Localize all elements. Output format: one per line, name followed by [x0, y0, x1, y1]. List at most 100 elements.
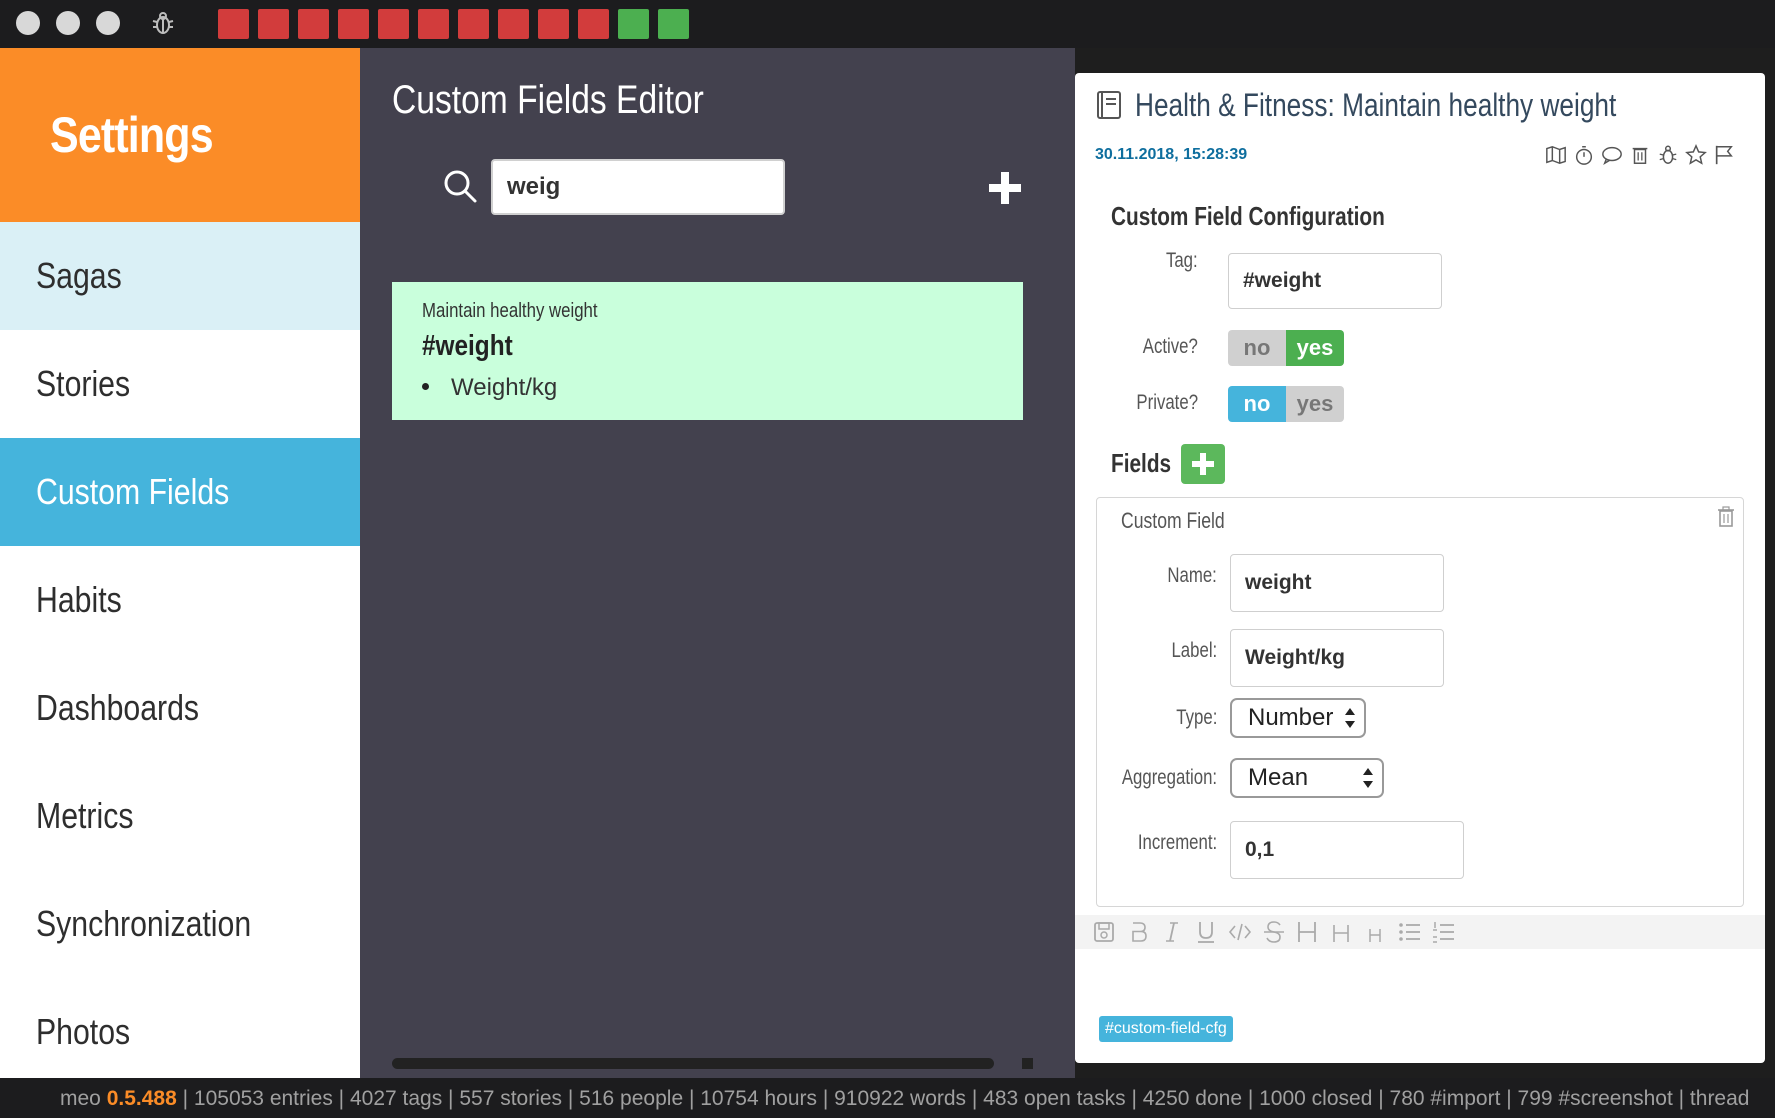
status-square-red[interactable]	[498, 9, 529, 39]
sidebar-item-label: Metrics	[36, 795, 134, 836]
aggregation-label: Aggregation:	[1121, 766, 1217, 789]
flag-icon[interactable]	[1713, 143, 1735, 167]
add-custom-field-button[interactable]	[983, 166, 1027, 210]
active-toggle[interactable]: no yes	[1228, 330, 1344, 366]
save-icon[interactable]	[1089, 919, 1119, 945]
settings-title: Settings	[50, 107, 214, 163]
sidebar-item-metrics[interactable]: Metrics	[0, 762, 360, 870]
private-label: Private?	[1136, 391, 1198, 414]
status-square-green[interactable]	[618, 9, 649, 39]
increment-input[interactable]	[1230, 821, 1464, 879]
active-label: Active?	[1142, 335, 1198, 358]
sidebar-item-dashboards[interactable]: Dashboards	[0, 654, 360, 762]
timer-icon[interactable]	[1573, 143, 1595, 167]
custom-field-title: Custom Field	[1121, 508, 1225, 533]
heading3-icon[interactable]	[1361, 919, 1391, 945]
status-square-red[interactable]	[218, 9, 249, 39]
fields-heading: Fields	[1111, 448, 1172, 478]
type-select-value: Number	[1248, 704, 1334, 731]
code-icon[interactable]	[1225, 919, 1255, 945]
sidebar-item-custom-fields[interactable]: Custom Fields	[0, 438, 360, 546]
label-input[interactable]	[1230, 629, 1444, 687]
entry-panel: Health & Fitness: Maintain healthy weigh…	[1075, 73, 1765, 1063]
custom-field-card[interactable]: Maintain healthy weight #weight Weight/k…	[392, 282, 1023, 420]
window-close-button[interactable]	[16, 11, 40, 35]
heading2-icon[interactable]	[1327, 919, 1357, 945]
comment-icon[interactable]	[1601, 143, 1623, 167]
sidebar-item-photos[interactable]: Photos	[0, 978, 360, 1086]
status-square-green[interactable]	[658, 9, 689, 39]
editor-toolbar	[1075, 915, 1765, 949]
aggregation-select-value: Mean	[1248, 764, 1309, 791]
sidebar-item-habits[interactable]: Habits	[0, 546, 360, 654]
select-arrows-icon	[1363, 768, 1373, 788]
status-square-red[interactable]	[578, 9, 609, 39]
private-no-option[interactable]: no	[1228, 386, 1286, 422]
book-icon	[1097, 91, 1121, 119]
bullet-list-icon[interactable]	[1395, 919, 1425, 945]
sidebar-item-label: Sagas	[36, 255, 122, 296]
sidebar-item-sagas[interactable]: Sagas	[0, 222, 360, 330]
entry-timestamp[interactable]: 30.11.2018, 15:28:39	[1095, 146, 1247, 164]
italic-icon[interactable]	[1157, 919, 1187, 945]
window-minimize-button[interactable]	[56, 11, 80, 35]
status-square-red[interactable]	[538, 9, 569, 39]
map-icon[interactable]	[1545, 143, 1567, 167]
sidebar-item-label: Custom Fields	[36, 471, 230, 512]
name-label: Name:	[1167, 564, 1217, 587]
sidebar-item-stories[interactable]: Stories	[0, 330, 360, 438]
heading1-icon[interactable]	[1293, 919, 1323, 945]
active-yes-option[interactable]: yes	[1286, 330, 1344, 366]
status-square-red[interactable]	[378, 9, 409, 39]
sidebar: Settings Sagas Stories Custom Fields Hab…	[0, 48, 360, 1078]
window-zoom-button[interactable]	[96, 11, 120, 35]
status-bar-text: meo 0.5.488 | 105053 entries | 4027 tags…	[60, 1087, 1749, 1111]
settings-header: Settings	[0, 48, 360, 222]
card-title: Maintain healthy weight	[422, 300, 598, 322]
status-square-red[interactable]	[338, 9, 369, 39]
type-label: Type:	[1175, 706, 1217, 729]
name-input[interactable]	[1230, 554, 1444, 612]
status-square-red[interactable]	[298, 9, 329, 39]
status-bar: meo 0.5.488 | 105053 entries | 4027 tags…	[0, 1078, 1775, 1118]
tag-label: Tag:	[1166, 249, 1198, 272]
search-input[interactable]	[491, 159, 785, 215]
app-name: meo	[60, 1087, 101, 1110]
app-version: 0.5.488	[106, 1087, 177, 1110]
page-title: Custom Fields Editor	[392, 78, 704, 122]
stats-text: | 105053 entries | 4027 tags | 557 stori…	[176, 1087, 1750, 1110]
entry-title: Health & Fitness: Maintain healthy weigh…	[1135, 87, 1617, 123]
bug-icon[interactable]	[150, 10, 176, 36]
type-select[interactable]: Number	[1230, 698, 1366, 738]
bold-icon[interactable]	[1123, 919, 1153, 945]
sidebar-item-label: Photos	[36, 1011, 131, 1052]
active-no-option[interactable]: no	[1228, 330, 1286, 366]
status-square-red[interactable]	[458, 9, 489, 39]
trash-icon[interactable]	[1717, 506, 1735, 528]
underline-icon[interactable]	[1191, 919, 1221, 945]
status-square-red[interactable]	[418, 9, 449, 39]
entry-actions	[1545, 143, 1735, 169]
search-icon	[444, 170, 477, 203]
card-field-label: Weight/kg	[451, 374, 558, 401]
sidebar-item-label: Dashboards	[36, 687, 200, 728]
private-yes-option[interactable]: yes	[1286, 386, 1344, 422]
tag-input[interactable]	[1228, 253, 1442, 309]
increment-label: Increment:	[1137, 831, 1217, 854]
sidebar-item-synchronization[interactable]: Synchronization	[0, 870, 360, 978]
hashtag-badge[interactable]: #custom-field-cfg	[1099, 1016, 1233, 1042]
bullet-icon	[422, 383, 429, 391]
bug-icon[interactable]	[1657, 143, 1679, 167]
add-field-button[interactable]	[1181, 444, 1225, 484]
private-toggle[interactable]: no yes	[1228, 386, 1344, 422]
status-square-red[interactable]	[258, 9, 289, 39]
config-heading: Custom Field Configuration	[1111, 201, 1385, 231]
scrollbar-corner	[1022, 1058, 1033, 1069]
strikethrough-icon[interactable]	[1259, 919, 1289, 945]
horizontal-scrollbar[interactable]	[392, 1058, 994, 1069]
numbered-list-icon[interactable]	[1429, 919, 1459, 945]
aggregation-select[interactable]: Mean	[1230, 758, 1384, 798]
window-top-bar	[0, 0, 1775, 48]
star-icon[interactable]	[1685, 143, 1707, 167]
trash-icon[interactable]	[1629, 143, 1651, 167]
